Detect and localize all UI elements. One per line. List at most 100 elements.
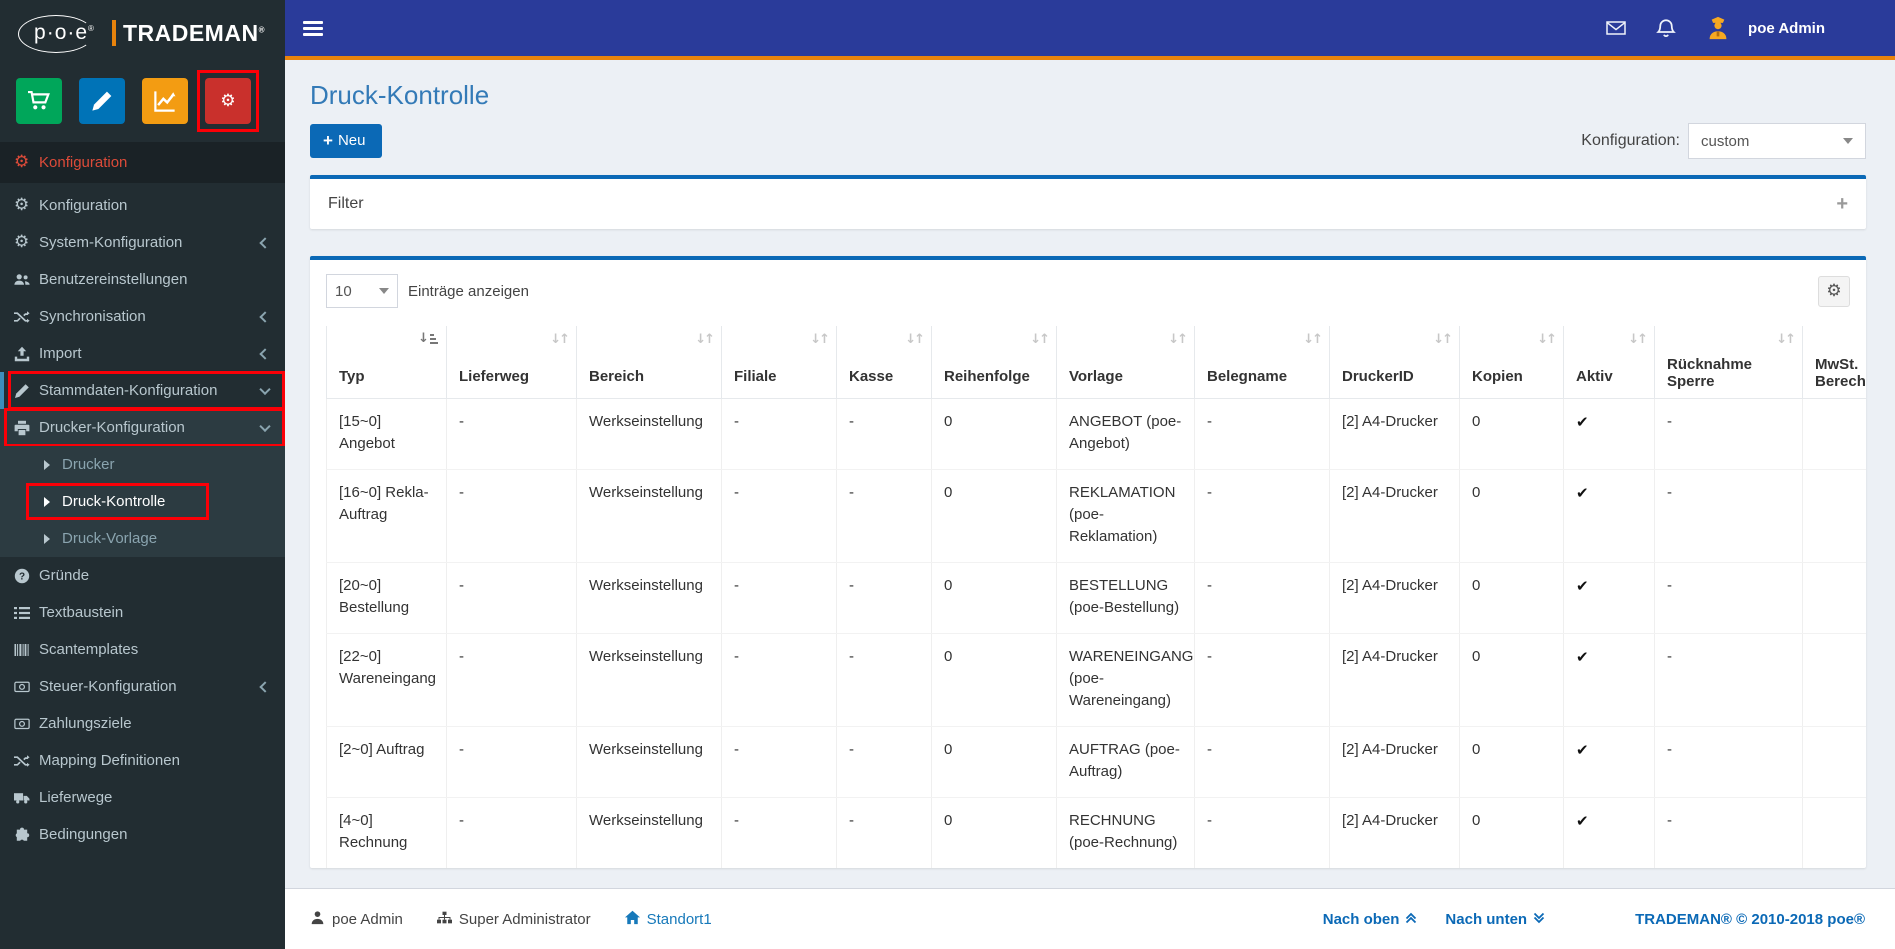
column-label: Filiale bbox=[734, 367, 777, 385]
sidebar-item-system-konfiguration[interactable]: ⚙ System-Konfiguration bbox=[0, 224, 285, 261]
column-header-filiale[interactable]: ↓↑ Filiale bbox=[721, 326, 837, 399]
sidebar-item-druck-vorlage[interactable]: Druck-Vorlage bbox=[0, 520, 285, 557]
table-cell: - bbox=[836, 797, 932, 868]
column-label: Rücknahme Sperre bbox=[1667, 355, 1753, 390]
user-avatar-icon[interactable] bbox=[1706, 16, 1730, 40]
column-header-reihenfolge[interactable]: ↓↑ Reihenfolge bbox=[931, 326, 1057, 399]
table-row: [15~0] Angebot - Werkseinstellung - -0 ANGEBO… bbox=[326, 398, 1866, 470]
footer-location-link[interactable]: Standort1 bbox=[624, 910, 712, 929]
notifications-bell-icon[interactable] bbox=[1656, 18, 1676, 38]
sidebar-item-textbaustein[interactable]: Textbaustein bbox=[0, 594, 285, 631]
page-length-select[interactable]: 10 bbox=[326, 274, 398, 308]
sidebar-item-stammdaten-konfiguration[interactable]: Stammdaten-Konfiguration bbox=[0, 371, 285, 410]
table-cell: - bbox=[446, 726, 577, 798]
column-header-mwst-berech[interactable]: ↓↑MwSt. Berech bbox=[1802, 326, 1866, 399]
table-row: [2~0] Auftrag - Werkseinstellung - -0 AUFTRAG… bbox=[326, 726, 1866, 798]
table-cell bbox=[1802, 562, 1866, 634]
table-cell: 0 bbox=[1459, 797, 1564, 868]
column-header-typ[interactable]: ↓ Typ bbox=[326, 326, 447, 399]
column-header-lieferweg[interactable]: ↓↑ Lieferweg bbox=[446, 326, 577, 399]
table-cell: - bbox=[836, 562, 932, 634]
table-cell: - bbox=[721, 469, 837, 563]
table-cell: Werkseinstellung bbox=[576, 726, 722, 798]
sidebar-item-import[interactable]: Import bbox=[0, 335, 285, 372]
sort-both-icon: ↓↑ bbox=[1168, 332, 1188, 347]
angle-double-up-icon bbox=[1405, 911, 1417, 928]
column-header-kasse[interactable]: ↓↑ Kasse bbox=[836, 326, 932, 399]
sidebar-item-bedingungen[interactable]: Bedingungen bbox=[0, 816, 285, 853]
table-cell-active: ✔ bbox=[1563, 726, 1655, 798]
table-cell: - bbox=[721, 633, 837, 727]
app-logo[interactable]: p·o·e® TRADEMAN® bbox=[0, 0, 285, 66]
sidebar-item-drucker[interactable]: Drucker bbox=[0, 446, 285, 483]
messages-envelope-icon[interactable] bbox=[1606, 18, 1626, 38]
filter-title: Filter bbox=[328, 195, 364, 212]
sidebar-item-drucker-konfiguration[interactable]: Drucker-Konfiguration bbox=[0, 408, 285, 447]
sidebar-menu: ⚙ Konfiguration ⚙ Konfiguration ⚙ System-Konf… bbox=[0, 142, 285, 853]
pencil-icon bbox=[14, 383, 39, 399]
table-cell: [2] A4-Drucker bbox=[1329, 562, 1460, 634]
sidebar-item-label: Synchronisation bbox=[39, 308, 146, 325]
column-label: Reihenfolge bbox=[944, 367, 1030, 385]
scroll-top-link[interactable]: Nach oben bbox=[1323, 911, 1418, 928]
sort-both-icon: ↓↑ bbox=[905, 332, 925, 347]
chevron-left-icon bbox=[259, 310, 271, 323]
table-cell: WARENEINGANG (poe-Wareneingang) bbox=[1056, 633, 1195, 727]
quick-button-cart[interactable] bbox=[16, 78, 62, 124]
quick-button-gears[interactable]: ⚙ bbox=[205, 78, 251, 124]
column-header-bereich[interactable]: ↓↑ Bereich bbox=[576, 326, 722, 399]
config-select[interactable]: custom bbox=[1688, 123, 1866, 159]
table-cell: 0 bbox=[1459, 398, 1564, 470]
filter-expand-plus-icon[interactable]: + bbox=[1836, 194, 1848, 214]
sidebar-item-druck-kontrolle[interactable]: Druck-Kontrolle bbox=[0, 483, 285, 520]
sidebar-item-mapping-definitionen[interactable]: Mapping Definitionen bbox=[0, 742, 285, 779]
column-header-druckerid[interactable]: ↓↑ DruckerID bbox=[1329, 326, 1460, 399]
sidebar-item-synchronisation[interactable]: Synchronisation bbox=[0, 298, 285, 335]
sidebar-item-gründe[interactable]: ? Gründe bbox=[0, 557, 285, 594]
new-button[interactable]: + Neu bbox=[310, 124, 383, 158]
sidebar-item-zahlungsziele[interactable]: Zahlungsziele bbox=[0, 705, 285, 742]
column-header-rücknahme-sperre[interactable]: ↓↑ Rücknahme Sperre bbox=[1654, 326, 1803, 399]
logo-title: TRADEMAN® bbox=[122, 19, 265, 46]
topbar-username[interactable]: poe Admin bbox=[1748, 20, 1825, 37]
sidebar-item-steuer-konfiguration[interactable]: Steuer-Konfiguration bbox=[0, 668, 285, 705]
column-header-kopien[interactable]: ↓↑ Kopien bbox=[1459, 326, 1564, 399]
scroll-bottom-link[interactable]: Nach unten bbox=[1445, 911, 1545, 928]
gears-icon: ⚙ bbox=[14, 195, 30, 215]
table-settings-gear-button[interactable]: ⚙ bbox=[1818, 275, 1850, 307]
quick-button-chart[interactable] bbox=[142, 78, 188, 124]
check-icon: ✔ bbox=[1576, 483, 1589, 502]
table-cell: 0 bbox=[931, 469, 1057, 563]
chevron-down-icon bbox=[379, 288, 389, 294]
quick-button-pencil[interactable] bbox=[79, 78, 125, 124]
sidebar-item-lieferwege[interactable]: Lieferwege bbox=[0, 779, 285, 816]
angle-double-down-icon bbox=[1533, 911, 1545, 928]
table-cell: RECHNUNG (poe-Rechnung) bbox=[1056, 797, 1195, 868]
table-cell: - bbox=[1654, 469, 1803, 563]
table-cell: - bbox=[836, 398, 932, 470]
sidebar-item-scantemplates[interactable]: Scantemplates bbox=[0, 631, 285, 668]
column-header-vorlage[interactable]: ↓↑ Vorlage bbox=[1056, 326, 1195, 399]
table-cell: [4~0] Rechnung bbox=[326, 797, 447, 868]
gear-icon: ⚙ bbox=[1826, 280, 1842, 301]
hamburger-menu-icon[interactable] bbox=[303, 20, 323, 36]
table-cell: 0 bbox=[1459, 633, 1564, 727]
sidebar-item-benutzereinstellungen[interactable]: Benutzereinstellungen bbox=[0, 261, 285, 298]
table-cell-active: ✔ bbox=[1563, 398, 1655, 470]
table-cell: Werkseinstellung bbox=[576, 469, 722, 563]
table-cell: BESTELLUNG (poe-Bestellung) bbox=[1056, 562, 1195, 634]
sidebar-item-label: Konfiguration bbox=[39, 197, 128, 214]
table-cell: AUFTRAG (poe-Auftrag) bbox=[1056, 726, 1195, 798]
table-cell: - bbox=[836, 633, 932, 727]
sidebar-item-label: Bedingungen bbox=[39, 826, 128, 843]
table-panel: 10 Einträge anzeigen ⚙ ↓ Typ ↓↑ Lieferweg ↓↑… bbox=[310, 256, 1866, 868]
column-header-aktiv[interactable]: ↓↑ Aktiv bbox=[1563, 326, 1655, 399]
column-header-belegname[interactable]: ↓↑ Belegname bbox=[1194, 326, 1330, 399]
page-length-label: Einträge anzeigen bbox=[408, 282, 529, 300]
truck-icon bbox=[14, 790, 39, 806]
table-cell: 0 bbox=[931, 562, 1057, 634]
sidebar-item-label: Stammdaten-Konfiguration bbox=[39, 382, 218, 399]
sidebar-item-konfiguration[interactable]: ⚙ Konfiguration bbox=[0, 187, 285, 224]
sidebar-item-label: System-Konfiguration bbox=[39, 234, 183, 251]
table-cell: [15~0] Angebot bbox=[326, 398, 447, 470]
